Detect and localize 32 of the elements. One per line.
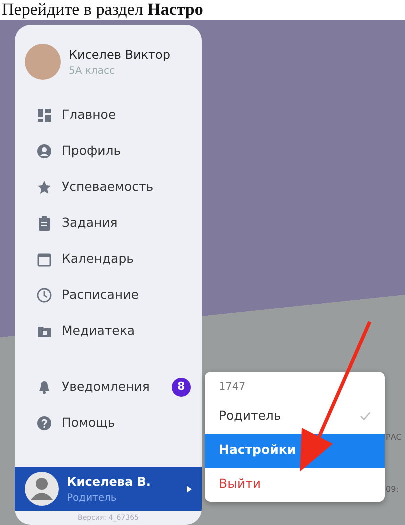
- user-name[interactable]: Киселев Виктор: [69, 46, 170, 64]
- account-role: Родитель: [67, 492, 118, 506]
- grid-icon: [37, 108, 52, 122]
- clipboard-icon: [37, 216, 52, 230]
- menu-item[interactable]: Главное: [15, 97, 202, 133]
- bell-icon: [37, 380, 52, 394]
- popup-item[interactable]: Выйти: [205, 468, 385, 502]
- menu-item[interactable]: Помощь: [15, 405, 202, 441]
- menu-item[interactable]: Медиатека: [15, 313, 202, 349]
- class-label: 5А класс: [69, 64, 116, 78]
- menu-item[interactable]: Расписание: [15, 277, 202, 313]
- menu-item[interactable]: Календарь: [15, 241, 202, 277]
- menu-item[interactable]: Успеваемость: [15, 169, 202, 205]
- account-id: 1747: [218, 380, 247, 395]
- background-text: РАС: [386, 432, 402, 444]
- notification-badge: 8: [172, 378, 191, 396]
- help-icon: [37, 416, 52, 430]
- avatar-photo: [25, 44, 61, 80]
- instruction-text: Перейдите в раздел Настро: [1, 0, 204, 20]
- account-switcher[interactable]: Киселева В. Родитель: [15, 467, 202, 511]
- star-icon: [37, 180, 52, 194]
- avatar-silhouette-icon: [25, 472, 59, 506]
- clock-icon: [37, 288, 52, 302]
- user-icon: [37, 144, 52, 158]
- caret-icon: [187, 486, 192, 492]
- background-text: 09:: [386, 484, 399, 496]
- popup-item[interactable]: Родитель: [205, 400, 385, 434]
- menu-item[interactable]: Профиль: [15, 133, 202, 169]
- account-name: Киселева В.: [67, 474, 152, 490]
- menu-item[interactable]: Уведомления 8: [15, 369, 202, 405]
- menu-item[interactable]: Задания: [15, 205, 202, 241]
- calendar-icon: [37, 252, 52, 266]
